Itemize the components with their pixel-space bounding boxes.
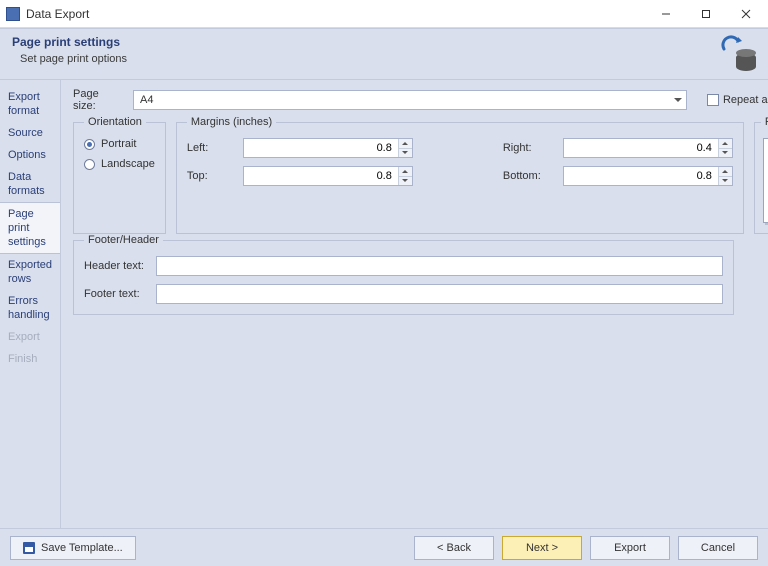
margin-top-input[interactable]: [243, 166, 413, 186]
bottom-bar: Save Template... < Back Next > Export Ca…: [0, 528, 768, 566]
export-db-icon: [720, 35, 756, 71]
margin-right-input[interactable]: [563, 138, 733, 158]
app-icon: [6, 7, 20, 21]
margin-bottom-value[interactable]: [564, 167, 718, 185]
page-size-combo[interactable]: A4: [133, 90, 687, 110]
footer-text-input[interactable]: [156, 284, 723, 304]
margin-bottom-label: Bottom:: [503, 170, 553, 182]
landscape-label: Landscape: [101, 158, 155, 170]
margin-top-value[interactable]: [244, 167, 398, 185]
spin-down-icon[interactable]: [719, 177, 732, 186]
repeat-header-label: Repeat a table header: [723, 94, 768, 106]
sidebar-item-export-format[interactable]: Export format: [0, 86, 60, 122]
preview-legend: Preview: [761, 116, 768, 128]
margin-left-input[interactable]: [243, 138, 413, 158]
titlebar: Data Export: [0, 0, 768, 28]
page-subtitle: Set page print options: [12, 53, 127, 65]
radio-icon: [84, 159, 95, 170]
margin-right-label: Right:: [503, 142, 553, 154]
footer-header-group: Footer/Header Header text: Footer text:: [73, 234, 734, 315]
sidebar-item-export: Export: [0, 326, 60, 348]
margins-group: Margins (inches) Left: Right:: [176, 116, 744, 234]
repeat-header-checkbox[interactable]: Repeat a table header: [707, 94, 768, 106]
sidebar-item-exported-rows[interactable]: Exported rows: [0, 254, 60, 290]
footer-text-label: Footer text:: [84, 288, 148, 300]
margin-top-label: Top:: [187, 170, 233, 182]
save-icon: [23, 542, 35, 554]
save-template-button[interactable]: Save Template...: [10, 536, 136, 560]
export-button[interactable]: Export: [590, 536, 670, 560]
chevron-down-icon: [674, 98, 682, 102]
margin-left-label: Left:: [187, 142, 233, 154]
sidebar: Export format Source Options Data format…: [0, 80, 61, 528]
orientation-group: Orientation Portrait Landscape: [73, 116, 166, 234]
page-title: Page print settings: [12, 35, 127, 49]
header-text-input[interactable]: [156, 256, 723, 276]
sidebar-item-finish: Finish: [0, 348, 60, 370]
spin-up-icon[interactable]: [399, 167, 412, 177]
maximize-button[interactable]: [686, 3, 726, 25]
spin-up-icon[interactable]: [719, 139, 732, 149]
minimize-button[interactable]: [646, 3, 686, 25]
page-size-label: Page size:: [73, 88, 123, 112]
sidebar-item-page-print-settings[interactable]: Page print settings: [0, 202, 60, 254]
orientation-legend: Orientation: [84, 116, 146, 128]
spin-up-icon[interactable]: [719, 167, 732, 177]
margins-legend: Margins (inches): [187, 116, 276, 128]
preview-page: [763, 138, 768, 223]
next-button[interactable]: Next >: [502, 536, 582, 560]
margin-left-value[interactable]: [244, 139, 398, 157]
radio-icon: [84, 139, 95, 150]
header-text-label: Header text:: [84, 260, 148, 272]
page-header: Page print settings Set page print optio…: [0, 29, 768, 80]
checkbox-icon: [707, 94, 719, 106]
sidebar-item-source[interactable]: Source: [0, 122, 60, 144]
page-size-value: A4: [140, 94, 153, 106]
window-title: Data Export: [26, 7, 89, 21]
spin-down-icon[interactable]: [399, 149, 412, 158]
margin-bottom-input[interactable]: [563, 166, 733, 186]
close-button[interactable]: [726, 3, 766, 25]
portrait-radio[interactable]: Portrait: [84, 138, 155, 150]
back-button[interactable]: < Back: [414, 536, 494, 560]
cancel-button[interactable]: Cancel: [678, 536, 758, 560]
spin-up-icon[interactable]: [399, 139, 412, 149]
sidebar-item-options[interactable]: Options: [0, 144, 60, 166]
sidebar-item-errors-handling[interactable]: Errors handling: [0, 290, 60, 326]
spin-down-icon[interactable]: [719, 149, 732, 158]
landscape-radio[interactable]: Landscape: [84, 158, 155, 170]
portrait-label: Portrait: [101, 138, 136, 150]
sidebar-item-data-formats[interactable]: Data formats: [0, 166, 60, 202]
spin-down-icon[interactable]: [399, 177, 412, 186]
footer-header-legend: Footer/Header: [84, 234, 163, 246]
margin-right-value[interactable]: [564, 139, 718, 157]
preview-group: Preview: [754, 116, 768, 234]
